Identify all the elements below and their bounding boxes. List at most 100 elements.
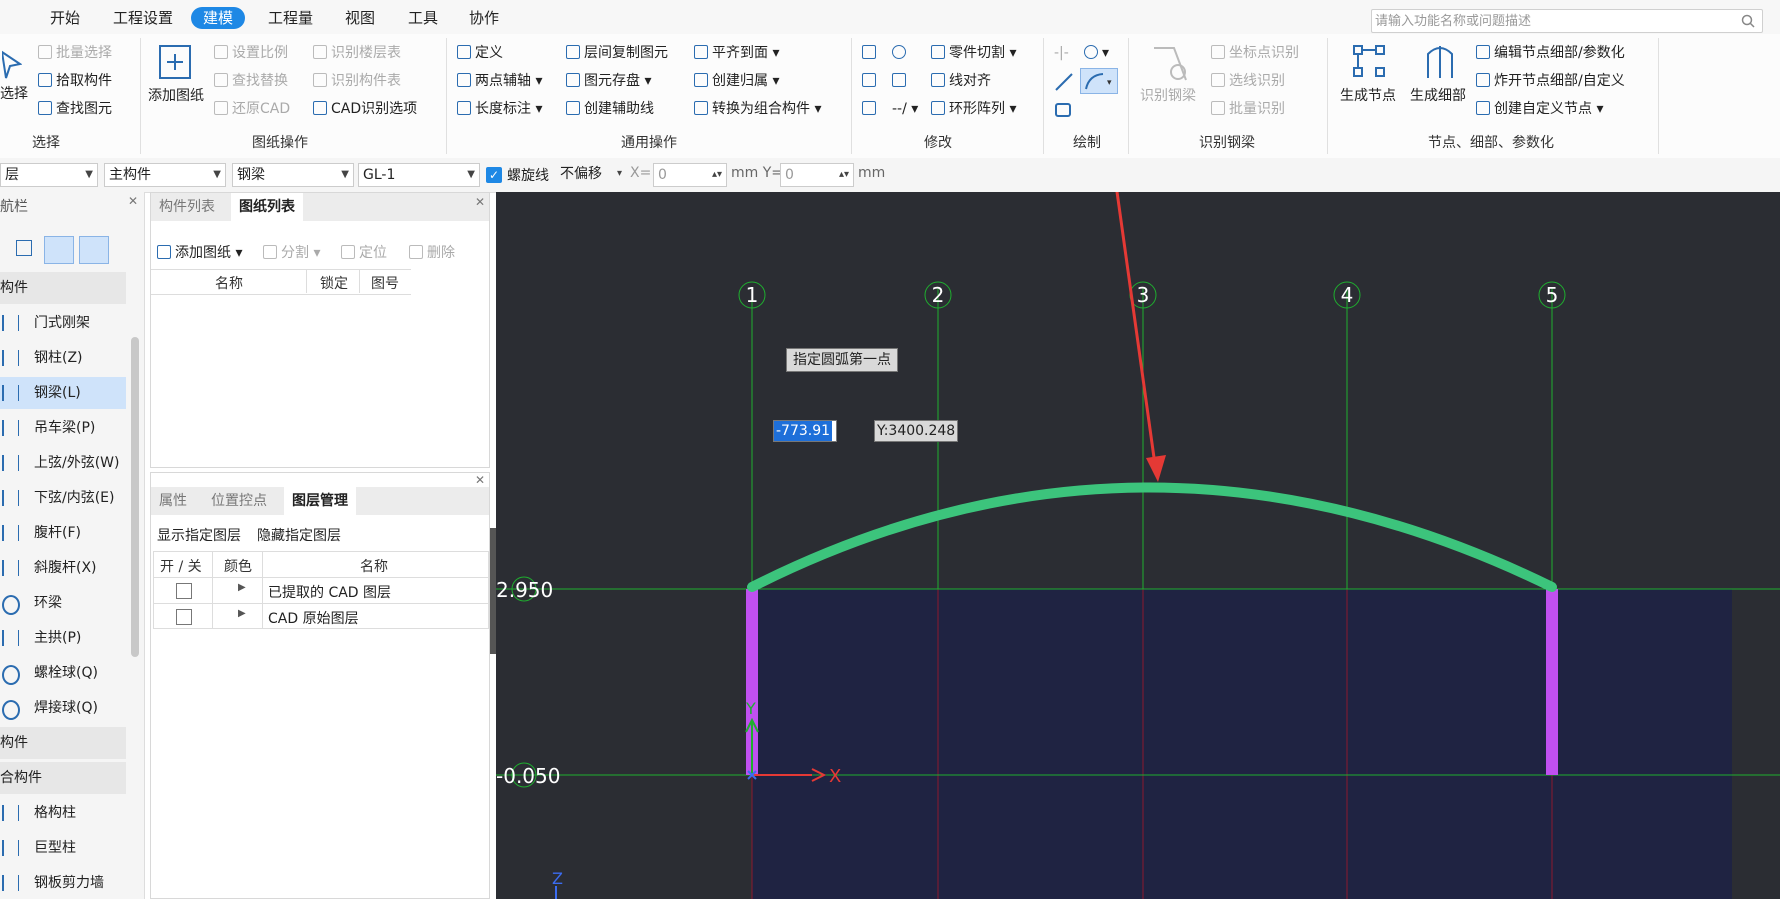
offset-select[interactable]: 不偏移 ▾	[556, 163, 626, 187]
arc-steel-beam[interactable]	[747, 482, 1557, 592]
menu-tab-view[interactable]: 视图	[345, 8, 375, 28]
menu-tab-modeling[interactable]: 建模	[191, 7, 246, 29]
tab-properties[interactable]: 属性	[151, 487, 195, 515]
nav-item-steel-beam[interactable]: 钢梁(L)	[0, 377, 126, 409]
mirror-icon[interactable]	[892, 71, 910, 91]
restore-cad-button[interactable]: 还原CAD	[214, 99, 290, 119]
menu-tab-project-settings[interactable]: 工程设置	[113, 8, 173, 28]
category-select[interactable]: 主构件 ▼	[104, 163, 226, 187]
close-icon[interactable]: ✕	[475, 473, 485, 487]
find-replace-button[interactable]: 查找替换	[214, 71, 288, 91]
menu-tab-collab[interactable]: 协作	[469, 8, 499, 28]
align-to-face-button[interactable]: 平齐到面 ▾	[694, 43, 779, 63]
copy-between-floors-button[interactable]: 层间复制图元	[566, 43, 668, 63]
recognize-component-table-button[interactable]: 识别构件表	[313, 71, 401, 91]
line-recognize-button[interactable]: 选线识别	[1211, 71, 1285, 91]
menu-tab-start[interactable]: 开始	[50, 8, 80, 28]
line-draw-icon[interactable]	[1054, 72, 1074, 92]
function-search-input[interactable]: 请输入功能名称或问题描述	[1371, 9, 1763, 33]
set-scale-button[interactable]: 设置比例	[214, 43, 288, 63]
point-draw-icon[interactable]: -|-	[1054, 43, 1069, 63]
offset-icon[interactable]: --/ ▾	[892, 99, 918, 119]
nav-item-crane-beam[interactable]: 吊车梁(P)	[0, 412, 126, 444]
component-select[interactable]: GL-1 ▼	[358, 163, 480, 187]
close-icon[interactable]: ✕	[475, 195, 485, 209]
list-view-icon[interactable]	[44, 236, 74, 264]
layer-toggle-checkbox[interactable]	[176, 609, 192, 625]
nav-section-components[interactable]: 构件	[0, 272, 126, 304]
generate-detail-button[interactable]: 生成细部	[1410, 86, 1466, 106]
add-drawing-panel-button[interactable]: 添加图纸 ▾	[157, 243, 242, 263]
create-guide-line-button[interactable]: 创建辅助线	[566, 99, 654, 119]
batch-recognize-button[interactable]: 批量识别	[1211, 99, 1285, 119]
tab-drawing-list[interactable]: 图纸列表	[231, 193, 303, 221]
line-align-button[interactable]: 线对齐	[931, 71, 991, 91]
show-layer-link[interactable]: 显示指定图层	[157, 525, 241, 545]
create-ownership-button[interactable]: 创建归属 ▾	[694, 71, 779, 91]
spiral-checkbox[interactable]: ✓	[486, 167, 502, 183]
split-button[interactable]: 分割 ▾	[263, 243, 320, 263]
part-cut-button[interactable]: 零件切割 ▾	[931, 43, 1016, 63]
recognize-floor-table-button[interactable]: 识别楼层表	[313, 43, 401, 63]
tab-layer-management[interactable]: 图层管理	[284, 487, 356, 515]
circular-array-button[interactable]: 环形阵列 ▾	[931, 99, 1016, 119]
nav-item-portal-frame[interactable]: 门式刚架	[0, 307, 126, 339]
move-icon[interactable]	[862, 99, 880, 119]
rectangle-draw-icon[interactable]	[1054, 102, 1072, 118]
nav-section-components-2[interactable]: 构件	[0, 727, 126, 759]
nav-item-shear-wall[interactable]: 钢板剪力墙	[0, 867, 126, 899]
save-element-button[interactable]: 图元存盘 ▾	[566, 71, 651, 91]
nav-item-steel-column[interactable]: 钢柱(Z)	[0, 342, 126, 374]
locate-button[interactable]: 定位	[341, 243, 387, 263]
circle-draw-icon[interactable]: ▾	[1084, 43, 1109, 63]
generate-node-button[interactable]: 生成节点	[1340, 86, 1396, 106]
batch-select-button[interactable]: 批量选择	[38, 43, 112, 63]
nav-item-bolt-ball[interactable]: 螺栓球(Q)	[0, 657, 126, 689]
tab-control-points[interactable]: 位置控点	[203, 487, 275, 515]
copy-element-icon[interactable]	[862, 71, 880, 91]
edit-node-detail-button[interactable]: 编辑节点细部/参数化	[1476, 43, 1625, 63]
type-select[interactable]: 钢梁 ▼	[232, 163, 354, 187]
nav-item-main-arch[interactable]: 主拱(P)	[0, 622, 126, 654]
create-custom-node-button[interactable]: 创建自定义节点 ▾	[1476, 99, 1603, 119]
x-input[interactable]: 0 ▴▾	[653, 163, 727, 187]
tab-component-list[interactable]: 构件列表	[151, 193, 223, 221]
convert-to-group-button[interactable]: 转换为组合构件 ▾	[694, 99, 821, 119]
menu-tab-tools[interactable]: 工具	[408, 8, 438, 28]
nav-scrollbar[interactable]	[131, 337, 139, 657]
floor-select[interactable]: 层 ▼	[0, 163, 98, 187]
recognize-beam-button[interactable]: 识别钢梁	[1140, 86, 1196, 106]
define-button[interactable]: 定义	[457, 43, 503, 63]
delete-icon[interactable]	[862, 43, 880, 63]
close-icon[interactable]: ✕	[128, 194, 138, 208]
drawing-canvas[interactable]: 1 2 3 4 5 2.950 -0.050 X Y Z 指定圆弧第一点 -77…	[496, 192, 1780, 899]
cad-recognize-options-button[interactable]: CAD识别选项	[313, 99, 417, 119]
pick-component-button[interactable]: 拾取构件	[38, 71, 112, 91]
coordinate-recognize-button[interactable]: 坐标点识别	[1211, 43, 1299, 63]
nav-item-lower-chord[interactable]: 下弦/内弦(E)	[0, 482, 126, 514]
grid-view-icon[interactable]	[16, 240, 36, 260]
nav-item-ring-beam[interactable]: 环梁	[0, 587, 126, 619]
expand-icon[interactable]: ▶	[238, 582, 246, 593]
coord-y-input[interactable]: Y:3400.248	[874, 420, 958, 442]
nav-section-combined[interactable]: 合构件	[0, 762, 126, 794]
arc-draw-button[interactable]: ▾	[1080, 68, 1118, 94]
add-drawing-button[interactable]: 添加图纸	[148, 86, 204, 106]
length-dimension-button[interactable]: 长度标注 ▾	[457, 99, 542, 119]
select-button[interactable]: 选择	[0, 84, 28, 104]
detail-view-icon[interactable]	[79, 236, 109, 264]
menu-tab-quantity[interactable]: 工程量	[268, 8, 313, 28]
layer-toggle-checkbox[interactable]	[176, 583, 192, 599]
two-point-axis-button[interactable]: 两点辅轴 ▾	[457, 71, 542, 91]
nav-item-mega-column[interactable]: 巨型柱	[0, 832, 126, 864]
nav-item-diagonal-web[interactable]: 斜腹杆(X)	[0, 552, 126, 584]
hide-layer-link[interactable]: 隐藏指定图层	[257, 525, 341, 545]
nav-item-web-member[interactable]: 腹杆(F)	[0, 517, 126, 549]
steel-column-right[interactable]	[1546, 589, 1558, 775]
explode-node-detail-button[interactable]: 炸开节点细部/自定义	[1476, 71, 1625, 91]
nav-item-lattice-column[interactable]: 格构柱	[0, 797, 126, 829]
rotate-icon[interactable]	[892, 43, 910, 63]
nav-item-upper-chord[interactable]: 上弦/外弦(W)	[0, 447, 126, 479]
find-element-button[interactable]: 查找图元	[38, 99, 112, 119]
y-input[interactable]: 0 ▴▾	[780, 163, 854, 187]
